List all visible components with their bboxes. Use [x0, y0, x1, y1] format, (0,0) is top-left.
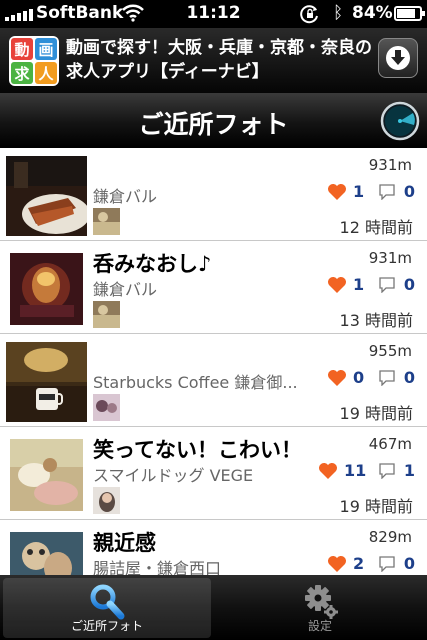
tab-label: 設定 [307, 619, 332, 633]
ad-logo-char: 求 [11, 62, 33, 84]
download-icon [386, 46, 410, 70]
ad-logo-char: 人 [35, 62, 57, 84]
photo-list[interactable]: 鎌倉バル 931m 1 0 12 時間前 呑みなおし♪ 鎌倉バル 931m 1 … [0, 148, 427, 575]
distance: 467m [368, 435, 412, 453]
like-count: 2 [353, 554, 365, 573]
ad-text[interactable]: 動画で探す！大阪・兵庫・京都・奈良の求人アプリ【ディーナビ】 [66, 36, 372, 84]
heart-icon [328, 276, 346, 293]
photo-thumbnail[interactable] [6, 249, 87, 329]
list-item[interactable]: 呑みなおし♪ 鎌倉バル 931m 1 0 13 時間前 [0, 241, 427, 334]
list-item[interactable]: Starbucks Coffee 鎌倉御... 955m 0 0 19 時間前 [0, 334, 427, 427]
battery-icon [394, 6, 425, 21]
like-count: 11 [344, 461, 367, 480]
distance: 931m [368, 156, 412, 174]
like-button[interactable]: 1 [327, 182, 364, 201]
heart-icon [328, 183, 346, 200]
like-count: 0 [353, 368, 365, 387]
tab-label: ご近所フォト [70, 619, 143, 633]
comment-button[interactable]: 0 [378, 368, 415, 387]
place-name: Starbucks Coffee 鎌倉御... [93, 373, 298, 392]
heart-icon [319, 462, 337, 479]
download-button[interactable] [378, 38, 418, 78]
rotation-lock-icon [300, 5, 318, 24]
distance: 931m [368, 249, 412, 267]
radar-icon[interactable] [380, 101, 420, 141]
like-count: 1 [353, 182, 365, 201]
status-bar: SoftBank 11:12 ᛒ 84% [0, 0, 427, 28]
like-button[interactable]: 1 [327, 275, 364, 294]
comment-icon [379, 276, 395, 293]
place-name: スマイルドッグ VEGE [93, 466, 254, 485]
avatar[interactable] [93, 487, 120, 514]
avatar[interactable] [93, 208, 120, 235]
ad-logo: 動 画 求 人 [9, 36, 59, 86]
tab-nearby-photos[interactable]: ご近所フォト [3, 578, 211, 638]
photo-title: 呑みなおし♪ [93, 252, 212, 276]
like-count: 1 [353, 275, 365, 294]
place-name: 腸詰屋・鎌倉西口 [93, 559, 222, 575]
distance: 829m [368, 528, 412, 546]
comment-count: 0 [403, 275, 415, 294]
comment-button[interactable]: 0 [378, 182, 415, 201]
place-name: 鎌倉バル [93, 280, 158, 299]
comment-icon [379, 183, 395, 200]
comment-button[interactable]: 0 [378, 275, 415, 294]
heart-icon [328, 555, 346, 572]
page-title: ご近所フォト [138, 110, 289, 139]
heart-icon [328, 369, 346, 386]
photo-thumbnail[interactable] [6, 156, 87, 236]
photo-thumbnail[interactable] [6, 528, 87, 575]
comment-count: 0 [403, 182, 415, 201]
list-item[interactable]: 笑ってない！こわい！ スマイルドッグ VEGE 467m 11 1 19 時間前 [0, 427, 427, 520]
ad-logo-char: 画 [35, 38, 57, 60]
list-item[interactable]: 親近感 腸詰屋・鎌倉西口 829m 2 0 [0, 520, 427, 575]
distance: 955m [368, 342, 412, 360]
comment-button[interactable]: 0 [378, 554, 415, 573]
tab-bar: ご近所フォト 設定 [0, 575, 427, 640]
timestamp: 19 時間前 [339, 497, 413, 516]
comment-count: 0 [403, 554, 415, 573]
search-icon [90, 584, 125, 620]
comment-icon [379, 555, 395, 572]
bluetooth-icon: ᛒ [333, 3, 344, 23]
tab-settings[interactable]: 設定 [216, 578, 424, 638]
photo-thumbnail[interactable] [6, 342, 87, 422]
avatar[interactable] [93, 301, 120, 328]
navigation-bar: ご近所フォト [0, 93, 427, 148]
avatar[interactable] [93, 394, 120, 421]
comment-icon [379, 369, 395, 386]
comment-count: 0 [403, 368, 415, 387]
gear-icon [305, 585, 338, 619]
photo-thumbnail[interactable] [6, 435, 87, 515]
timestamp: 13 時間前 [339, 311, 413, 330]
comment-icon [379, 462, 395, 479]
timestamp: 12 時間前 [339, 218, 413, 237]
photo-title: 笑ってない！こわい！ [93, 438, 302, 462]
comment-count: 1 [403, 461, 415, 480]
battery-percent: 84% [352, 3, 393, 23]
comment-button[interactable]: 1 [378, 461, 415, 480]
like-button[interactable]: 2 [327, 554, 364, 573]
list-item[interactable]: 鎌倉バル 931m 1 0 12 時間前 [0, 148, 427, 241]
photo-title: 親近感 [93, 531, 156, 555]
ad-logo-char: 動 [11, 38, 33, 60]
like-button[interactable]: 11 [318, 461, 366, 480]
ad-banner[interactable]: 動 画 求 人 動画で探す！大阪・兵庫・京都・奈良の求人アプリ【ディーナビ】 [0, 28, 427, 93]
place-name: 鎌倉バル [93, 187, 158, 206]
like-button[interactable]: 0 [327, 368, 364, 387]
timestamp: 19 時間前 [339, 404, 413, 423]
